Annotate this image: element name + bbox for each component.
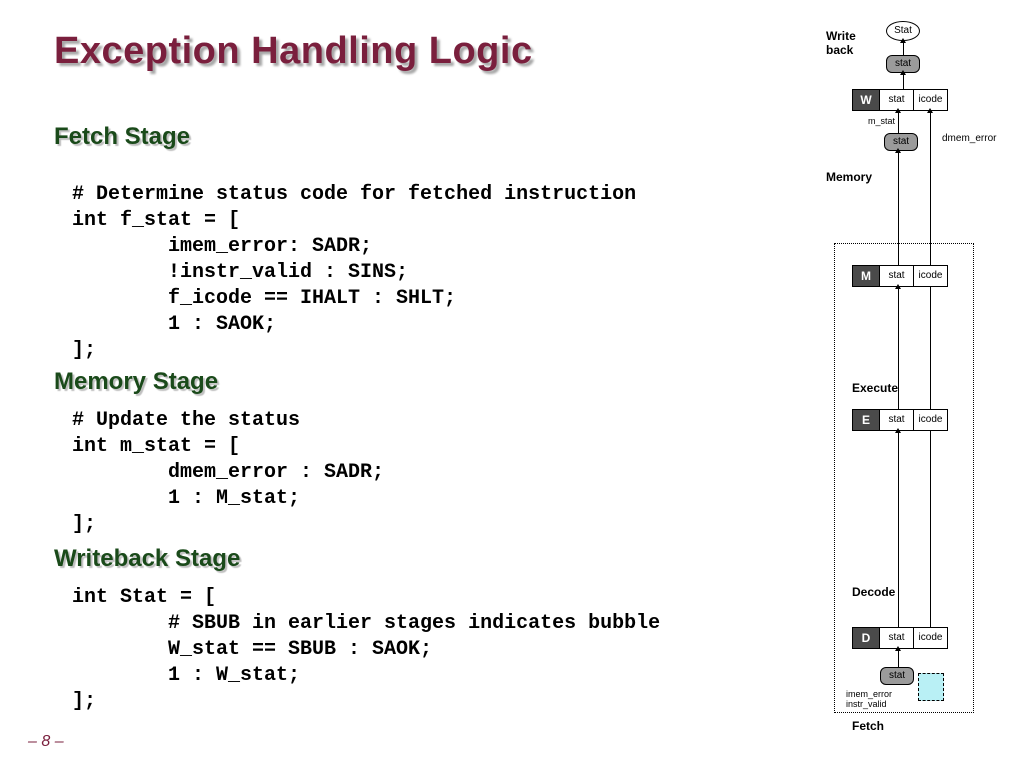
memory-label: Memory: [826, 170, 872, 184]
writeback-label: Write back: [826, 29, 856, 57]
stage-m-icode: icode: [913, 266, 947, 286]
stage-w-tag: W: [853, 90, 879, 110]
arrow-m-to-stat-mem: [898, 153, 899, 265]
stage-m-tag: M: [853, 266, 879, 286]
arrow-stat-to-oval: [903, 43, 904, 55]
page-number: – 8 –: [28, 733, 64, 751]
slide-title: Exception Handling Logic: [54, 30, 533, 73]
fetch-label: Fetch: [852, 719, 884, 733]
arrow-d-to-e-stat: [898, 433, 899, 627]
fetch-block: [918, 673, 944, 701]
code-memory: # Update the status int m_stat = [ dmem_…: [72, 408, 384, 538]
pipeline-diagram: Write back Stat stat W stat icode m_stat…: [826, 25, 1016, 745]
stage-e-tag: E: [853, 410, 879, 430]
stage-d-icode: icode: [913, 628, 947, 648]
code-fetch: # Determine status code for fetched inst…: [72, 182, 636, 364]
arrow-e-to-m-stat: [898, 289, 899, 409]
heading-fetch: Fetch Stage: [54, 123, 190, 151]
stage-m-stat: stat: [879, 266, 913, 286]
imem-instr-labels: imem_error instr_valid: [846, 690, 892, 710]
stage-e-icode: icode: [913, 410, 947, 430]
arrow-mstat-to-w: [898, 113, 899, 133]
heading-writeback: Writeback Stage: [54, 545, 240, 573]
stage-e-stat: stat: [879, 410, 913, 430]
arrow-w-to-stat: [903, 75, 904, 89]
arrow-stat-to-d: [898, 651, 899, 667]
stage-w-icode: icode: [913, 90, 947, 110]
stat-box-mem: stat: [884, 133, 918, 151]
heading-memory: Memory Stage: [54, 368, 218, 396]
dmem-error-label: dmem_error: [942, 133, 996, 144]
decode-label: Decode: [852, 585, 895, 599]
m-stat-label: m_stat: [868, 117, 895, 127]
stat-box-fetch: stat: [880, 667, 914, 685]
slide: Exception Handling Logic Fetch Stage # D…: [0, 0, 1024, 767]
stage-d-stat: stat: [879, 628, 913, 648]
execute-label: Execute: [852, 381, 898, 395]
stage-d-tag: D: [853, 628, 879, 648]
stage-w-stat: stat: [879, 90, 913, 110]
code-writeback: int Stat = [ # SBUB in earlier stages in…: [72, 585, 660, 715]
